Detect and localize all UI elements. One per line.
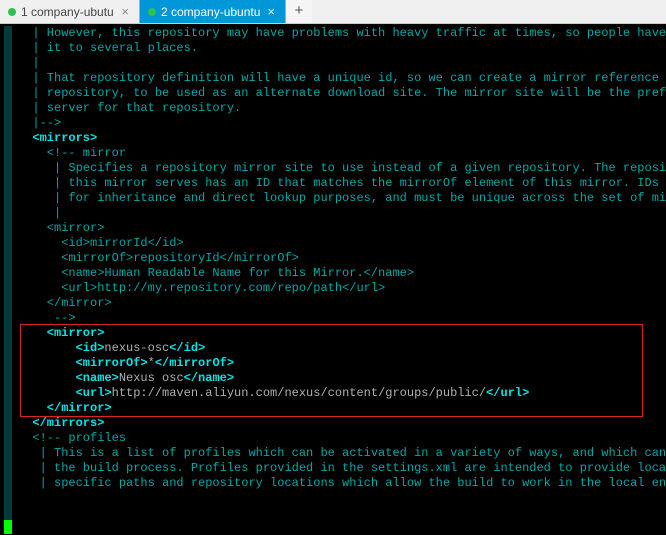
code-line: <mirror> — [18, 221, 666, 236]
code-line: </mirrors> — [18, 416, 666, 431]
code-line: <name>Human Readable Name for this Mirro… — [18, 266, 666, 281]
code-line: | This is a list of profiles which can b… — [18, 446, 666, 461]
terminal-viewport[interactable]: | However, this repository may have prob… — [0, 24, 666, 535]
code-line: | specific paths and repository location… — [18, 476, 666, 491]
code-line: | repository, to be used as an alternate… — [18, 86, 666, 101]
code-line: <mirror> — [18, 326, 666, 341]
tab-1[interactable]: 1 company-ubutu × — [0, 0, 140, 23]
code-line: <!-- profiles — [18, 431, 666, 446]
code-line: | However, this repository may have prob… — [18, 26, 666, 41]
code-line: <name>Nexus osc</name> — [18, 371, 666, 386]
cursor — [4, 520, 12, 534]
code-line: |--> — [18, 116, 666, 131]
code-line: | for inheritance and direct lookup purp… — [18, 191, 666, 206]
code-line: <id>nexus-osc</id> — [18, 341, 666, 356]
code-line: | server for that repository. — [18, 101, 666, 116]
code-line: <url>http://my.repository.com/repo/path<… — [18, 281, 666, 296]
code-line: | — [18, 206, 666, 221]
code-line: <id>mirrorId</id> — [18, 236, 666, 251]
tab-bar: 1 company-ubutu × 2 company-ubuntu × + — [0, 0, 666, 24]
code-line: <mirrorOf>repositoryId</mirrorOf> — [18, 251, 666, 266]
code-line: | — [18, 56, 666, 71]
status-dot-icon — [8, 8, 16, 16]
code-line: <mirrorOf>*</mirrorOf> — [18, 356, 666, 371]
tab-2[interactable]: 2 company-ubuntu × — [140, 0, 286, 23]
code-line: --> — [18, 311, 666, 326]
close-icon[interactable]: × — [119, 5, 131, 18]
code-line: | this mirror serves has an ID that matc… — [18, 176, 666, 191]
code-line: <mirrors> — [18, 131, 666, 146]
close-icon[interactable]: × — [265, 5, 277, 18]
status-dot-icon — [148, 8, 156, 16]
code-line: <!-- mirror — [18, 146, 666, 161]
new-tab-button[interactable]: + — [286, 0, 312, 23]
code-line: | Specifies a repository mirror site to … — [18, 161, 666, 176]
code-line: | the build process. Profiles provided i… — [18, 461, 666, 476]
tab-label: 1 company-ubutu — [21, 5, 114, 19]
editor-content: | However, this repository may have prob… — [4, 26, 666, 491]
code-line: <url>http://maven.aliyun.com/nexus/conte… — [18, 386, 666, 401]
tab-label: 2 company-ubuntu — [161, 5, 260, 19]
code-line: | That repository definition will have a… — [18, 71, 666, 86]
code-line: | it to several places. — [18, 41, 666, 56]
code-line: </mirror> — [18, 401, 666, 416]
code-line: </mirror> — [18, 296, 666, 311]
